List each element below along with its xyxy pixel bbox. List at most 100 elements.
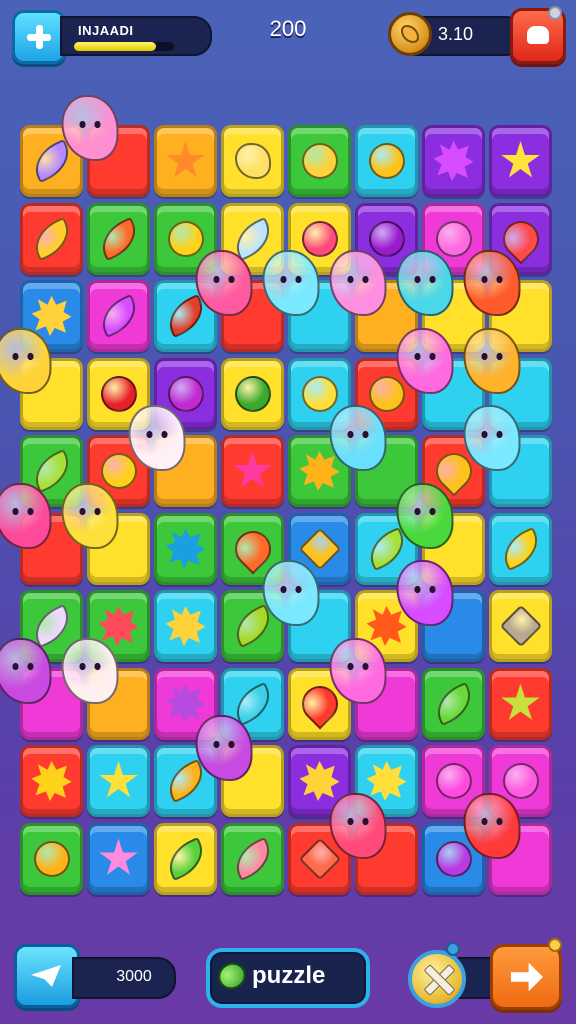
face-piece-icon	[396, 327, 454, 394]
board-tile[interactable]	[87, 745, 150, 817]
board-tile[interactable]	[489, 512, 552, 585]
add-button[interactable]	[12, 10, 66, 64]
board-tile[interactable]	[463, 405, 552, 507]
face-piece-icon	[463, 327, 521, 394]
face-eyes-icon	[265, 252, 318, 314]
board-tile[interactable]	[355, 125, 418, 197]
board-tile[interactable]	[61, 482, 150, 585]
board-tile[interactable]	[61, 637, 150, 740]
face-piece-icon	[0, 482, 52, 549]
splat-piece-icon	[31, 761, 72, 801]
board-tile[interactable]	[154, 590, 217, 662]
board-tile[interactable]	[20, 745, 83, 817]
face-piece-icon	[463, 250, 521, 316]
splat-piece-icon	[165, 606, 206, 646]
board-tile[interactable]	[463, 792, 552, 895]
board-tile[interactable]	[154, 822, 217, 895]
xp-bar	[74, 42, 174, 51]
board-tile[interactable]	[20, 202, 83, 275]
player-panel: INJAADI	[60, 16, 212, 56]
board-tile[interactable]	[87, 822, 150, 895]
board-tile[interactable]	[288, 125, 351, 197]
face-piece-icon	[195, 715, 253, 781]
send-button[interactable]	[14, 944, 80, 1008]
star-piece-icon	[99, 838, 138, 875]
leaf-piece-icon	[94, 216, 143, 261]
board-tile[interactable]	[329, 792, 418, 895]
face-eyes-icon	[332, 795, 385, 857]
player-name: INJAADI	[78, 23, 134, 38]
board-tile[interactable]	[87, 202, 150, 275]
next-button[interactable]	[490, 944, 562, 1010]
blob-piece-icon	[234, 143, 271, 179]
mode-label: puzzle	[252, 962, 326, 989]
board-tile[interactable]	[20, 822, 83, 895]
board-tile[interactable]	[221, 822, 284, 895]
face-eyes-icon	[64, 640, 117, 702]
splat-piece-icon	[165, 528, 206, 569]
face-piece-icon	[396, 482, 454, 549]
face-piece-icon	[329, 250, 387, 316]
board-tile[interactable]	[154, 125, 217, 197]
board-tile[interactable]	[221, 435, 284, 507]
leaf-piece-icon	[496, 526, 545, 571]
face-piece-icon	[0, 637, 52, 704]
star-piece-icon	[99, 761, 138, 798]
score-value: 200	[269, 16, 307, 41]
face-piece-icon	[195, 250, 253, 316]
board-tile[interactable]	[154, 512, 217, 585]
face-eyes-icon	[265, 562, 318, 624]
round-piece-icon	[368, 143, 405, 179]
round-piece-icon	[234, 375, 271, 412]
board-tile[interactable]	[61, 95, 150, 197]
face-eyes-icon	[332, 640, 385, 702]
leaf-piece-icon	[228, 836, 277, 881]
board-tile[interactable]	[422, 125, 485, 197]
face-eyes-icon	[466, 407, 519, 469]
board-tile[interactable]	[221, 125, 284, 197]
face-piece-icon	[0, 327, 52, 394]
board-tile[interactable]	[489, 125, 552, 197]
board-tile[interactable]	[0, 327, 83, 430]
board-tile[interactable]	[489, 590, 552, 662]
star-piece-icon	[233, 451, 272, 488]
face-piece-icon	[329, 637, 387, 704]
round-piece-icon	[33, 840, 70, 877]
leaf-piece-icon	[94, 293, 143, 339]
board-tile[interactable]	[396, 560, 485, 662]
board-tile[interactable]	[221, 357, 284, 430]
leaf-piece-icon	[27, 216, 76, 261]
leaf-piece-icon	[429, 681, 478, 726]
face-eyes-icon	[466, 252, 519, 314]
face-eyes-icon	[332, 407, 385, 469]
board-tile[interactable]	[329, 637, 418, 740]
face-piece-icon	[262, 560, 320, 626]
board-tile[interactable]	[87, 280, 150, 352]
board-tile[interactable]	[489, 667, 552, 740]
currency-count: 3000	[116, 968, 152, 985]
face-eyes-icon	[198, 252, 251, 314]
face-eyes-icon	[399, 252, 452, 314]
board-tile[interactable]	[422, 667, 485, 740]
board-tile[interactable]	[128, 405, 217, 507]
game-board	[0, 95, 556, 907]
gift-notification-icon	[548, 6, 562, 20]
face-piece-icon	[61, 95, 119, 161]
board-tile[interactable]	[195, 715, 284, 817]
face-piece-icon	[128, 405, 186, 471]
face-piece-icon	[61, 637, 119, 704]
xp-bar-fill	[74, 42, 156, 51]
star-piece-icon	[501, 683, 540, 720]
star-piece-icon	[501, 141, 540, 178]
face-eyes-icon	[332, 252, 385, 314]
face-piece-icon	[396, 250, 454, 316]
face-piece-icon	[329, 405, 387, 471]
splat-piece-icon	[433, 141, 474, 181]
face-piece-icon	[329, 792, 387, 859]
face-eyes-icon	[64, 97, 117, 159]
tools-button[interactable]	[408, 950, 466, 1008]
face-eyes-icon	[466, 330, 519, 392]
round-piece-icon	[301, 143, 338, 179]
face-eyes-icon	[0, 485, 50, 547]
coin-icon	[388, 12, 432, 56]
